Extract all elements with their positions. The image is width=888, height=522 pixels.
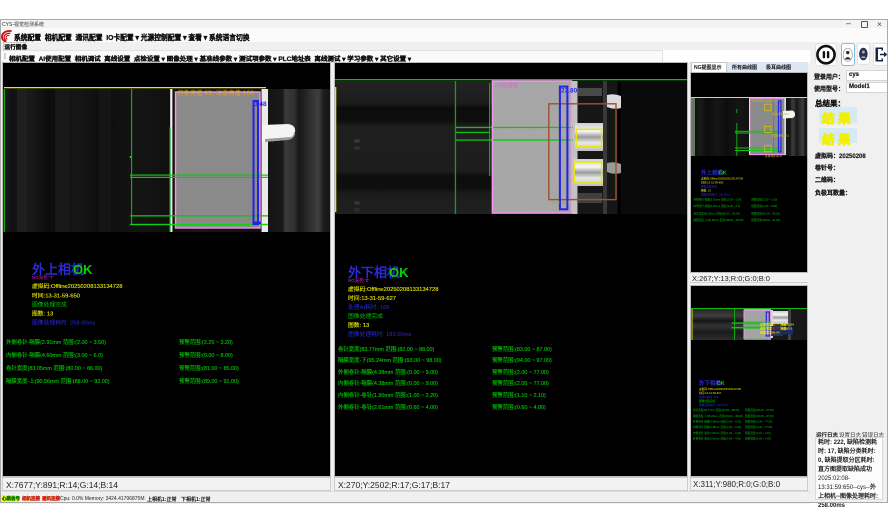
svg-text:AI检测框: AI检测框 (495, 82, 519, 90)
svg-text:虚拟码:Offline20250208133134728: 虚拟码:Offline20250208133134728 (701, 177, 743, 181)
svg-text:图像处理完成: 图像处理完成 (32, 301, 67, 309)
svg-text:预警范围:(1.10 ~ 2.10): 预警范围:(1.10 ~ 2.10) (745, 431, 771, 435)
svg-text:虚拟码:Offline20250208133134728: 虚拟码:Offline20250208133134728 (348, 285, 438, 293)
svg-text:预警范围:(81.00 ~ 85.00): 预警范围:(81.00 ~ 85.00) (751, 211, 780, 215)
svg-text:图像处理完成: 图像处理完成 (699, 399, 715, 403)
svg-text:时间:13-31-59-627: 时间:13-31-59-627 (348, 294, 396, 302)
svg-text:图像处理完成: 图像处理完成 (701, 185, 717, 189)
svg-text:灯条亮值:93, 动态亮值:100: 灯条亮值:93, 动态亮值:100 (178, 89, 255, 97)
svg-text:隔膜宽度-下(95.24mm 范围:(93.00 ~ 98.: 隔膜宽度-下(95.24mm 范围:(93.00 ~ 98.00) (338, 356, 442, 364)
svg-text:预警范围:(2.00 ~ 77.00): 预警范围:(2.00 ~ 77.00) (745, 420, 772, 424)
svg-text:OK: OK (717, 381, 725, 387)
svg-text:23.80: 23.80 (561, 88, 578, 95)
svg-text:预警范围:(2.00 ~ 77.00): 预警范围:(2.00 ~ 77.00) (492, 368, 549, 376)
svg-text:灯条亮值:93 动态:100: 灯条亮值:93 动态:100 (752, 99, 778, 103)
svg-text:预警范围:(0.60 ~ 4.00): 预警范围:(0.60 ~ 4.00) (745, 437, 771, 441)
svg-text:预警范围:(83.00 ~ 87.00): 预警范围:(83.00 ~ 87.00) (745, 408, 774, 412)
svg-text:图像处理耗时: 183.00ms: 图像处理耗时: 183.00ms (699, 403, 729, 407)
svg-text:隔膜宽度-下(95.24mm 范围:(93.00 ~ 98.: 隔膜宽度-下(95.24mm 范围:(93.00 ~ 98.00) (693, 414, 743, 418)
svg-text:预警范围:(94.00 ~ 97.00): 预警范围:(94.00 ~ 97.00) (745, 414, 774, 418)
svg-text:预警范围:(0.00 ~ 8.00): 预警范围:(0.00 ~ 8.00) (179, 351, 233, 359)
svg-text:内侧卷针-隔膜(4.38mm 范围:(0.00 ~ 9.00: 内侧卷针-隔膜(4.38mm 范围:(0.00 ~ 9.00) (693, 425, 741, 429)
svg-text:预警范围:(0.00 ~ 8.00): 预警范围:(0.00 ~ 8.00) (751, 204, 777, 208)
svg-text:卷针宽度(83.05mm 范围:(80.00 ~ 86.00: 卷针宽度(83.05mm 范围:(80.00 ~ 86.00) (694, 211, 740, 215)
svg-text:预警范围:(0.60 ~ 4.00): 预警范围:(0.60 ~ 4.00) (492, 403, 546, 411)
svg-text:预警范围:(1.10 ~ 2.10): 预警范围:(1.10 ~ 2.10) (492, 391, 546, 399)
svg-text:预警范围:(2.00 ~ 77.00): 预警范围:(2.00 ~ 77.00) (492, 379, 549, 387)
svg-text:内侧卷针-卷针(1.90mm 范围:(1.00 ~ 2.20: 内侧卷针-卷针(1.90mm 范围:(1.00 ~ 2.20) (338, 391, 438, 399)
svg-text:图数: 13: 图数: 13 (701, 188, 711, 192)
svg-text:图像处理耗时: 258.00ms: 图像处理耗时: 258.00ms (32, 319, 96, 327)
svg-text:外侧卷针-隔膜(4.38mm 范围:(0.00 ~ 9.00: 外侧卷针-隔膜(4.38mm 范围:(0.00 ~ 9.00) (338, 368, 438, 376)
svg-text:OK: OK (389, 265, 409, 280)
svg-text:处理AI耗时: 166: 处理AI耗时: 166 (348, 303, 390, 311)
svg-text:3.48: 3.48 (254, 101, 267, 108)
svg-text:OK: OK (73, 262, 93, 277)
svg-text:图像处理完成: 图像处理完成 (348, 312, 383, 320)
svg-text:虚拟码:Offline20250208133134728: 虚拟码:Offline20250208133134728 (32, 282, 122, 290)
svg-text:外侧卷针-卷针(2.61mm 范围:(0.60 ~ 4.00: 外侧卷针-卷针(2.61mm 范围:(0.60 ~ 4.00) (338, 403, 438, 411)
svg-text:外侧卷针-卷针(2.61mm 范围:(0.60 ~ 4.00: 外侧卷针-卷针(2.61mm 范围:(0.60 ~ 4.00) (693, 437, 741, 441)
svg-text:卷针宽度(83.05mm 范围:(80.00 ~ 86.00: 卷针宽度(83.05mm 范围:(80.00 ~ 86.00) (6, 364, 103, 372)
svg-text:NG光检:'T': NG光检:'T' (32, 274, 54, 281)
svg-text:预警范围:(81.00 ~ 85.00): 预警范围:(81.00 ~ 85.00) (179, 364, 239, 372)
svg-text:图像处理耗时: 183.00ms: 图像处理耗时: 183.00ms (348, 330, 412, 338)
svg-text:区域1明:145.0: 区域1明:145.0 (772, 112, 790, 116)
svg-text:图数: 13: 图数: 13 (32, 310, 53, 318)
svg-text:外侧卷针-隔膜(2.91mm 范围:(2.00 ~ 3.50: 外侧卷针-隔膜(2.91mm 范围:(2.00 ~ 3.50) (694, 197, 742, 201)
svg-text:外侧卷针-隔膜(4.38mm 范围:(0.00 ~ 9.00: 外侧卷针-隔膜(4.38mm 范围:(0.00 ~ 9.00) (693, 420, 741, 424)
svg-text:时间:13-31-59-650: 时间:13-31-59-650 (32, 292, 80, 300)
svg-text:预警范围:(89.00 ~ 91.00): 预警范围:(89.00 ~ 91.00) (751, 218, 780, 222)
svg-text:预警范围:(2.00 ~ 77.00): 预警范围:(2.00 ~ 77.00) (745, 425, 772, 429)
svg-text:隔膜宽度95.24: 隔膜宽度95.24 (760, 330, 780, 335)
svg-text:时间:13-31-59-627: 时间:13-31-59-627 (699, 391, 722, 395)
svg-text:预警范围:(83.00 ~ 87.00): 预警范围:(83.00 ~ 87.00) (492, 345, 552, 353)
svg-text:71.9 13.7: 71.9 13.7 (551, 200, 570, 205)
svg-text:区域2明:143.2: 区域2明:143.2 (772, 134, 790, 138)
svg-text:预警范围:(2.20 ~ 3.20): 预警范围:(2.20 ~ 3.20) (751, 197, 777, 201)
svg-text:预警范围:(94.00 ~ 97.00): 预警范围:(94.00 ~ 97.00) (492, 356, 552, 364)
svg-text:预警范围:(2.20 ~ 3.20): 预警范围:(2.20 ~ 3.20) (179, 338, 233, 346)
svg-text:内侧卷针-隔膜(4.60mm 范围:(3.00 ~ 6.0): 内侧卷针-隔膜(4.60mm 范围:(3.00 ~ 6.0) (6, 351, 103, 359)
svg-text:隔膜宽度-上(90.56mm 范围:(88.00 ~ 92.: 隔膜宽度-上(90.56mm 范围:(88.00 ~ 92.00) (694, 218, 744, 222)
svg-text:内侧卷针-卷针(1.90mm 范围:(1.00 ~ 2.20: 内侧卷针-卷针(1.90mm 范围:(1.00 ~ 2.20) (693, 431, 741, 435)
svg-text:时间:13-31-59-650: 时间:13-31-59-650 (701, 181, 724, 185)
svg-text:图像处理耗时: 258.00ms: 图像处理耗时: 258.00ms (701, 192, 731, 196)
svg-text:预警范围:(89.00 ~ 91.00): 预警范围:(89.00 ~ 91.00) (179, 377, 239, 385)
svg-text:内侧卷针-隔膜(4.60mm 范围:(3.00 ~ 6.0): 内侧卷针-隔膜(4.60mm 范围:(3.00 ~ 6.0) (694, 204, 741, 208)
svg-text:区域3明:142.8: 区域3明:142.8 (765, 154, 783, 158)
svg-text:隔膜宽度-上(90.56mm 范围:(88.00 ~ 92.: 隔膜宽度-上(90.56mm 范围:(88.00 ~ 92.00) (6, 377, 110, 385)
svg-text:外侧卷针-隔膜(2.91mm 范围:(2.00 ~ 3.50: 外侧卷针-隔膜(2.91mm 范围:(2.00 ~ 3.50) (6, 338, 106, 346)
svg-text:NG光检:'0': NG光检:'0' (348, 277, 369, 284)
svg-text:卷针宽度(83.77mm 范围:(82.00 ~ 88.00: 卷针宽度(83.77mm 范围:(82.00 ~ 88.00) (338, 345, 435, 353)
svg-text:内侧卷针-隔膜(4.38mm 范围:(0.00 ~ 9.00: 内侧卷针-隔膜(4.38mm 范围:(0.00 ~ 9.00) (338, 379, 438, 387)
svg-text:卷针宽度(83.77mm 范围:(82.00 ~ 88.00: 卷针宽度(83.77mm 范围:(82.00 ~ 88.00) (693, 408, 739, 412)
svg-text:处理AI耗时: 166: 处理AI耗时: 166 (699, 395, 719, 399)
svg-text:OK: OK (719, 171, 727, 177)
svg-text:图数: 13: 图数: 13 (348, 321, 369, 329)
svg-text:虚拟码:Offline20250208133134728: 虚拟码:Offline20250208133134728 (699, 387, 741, 391)
